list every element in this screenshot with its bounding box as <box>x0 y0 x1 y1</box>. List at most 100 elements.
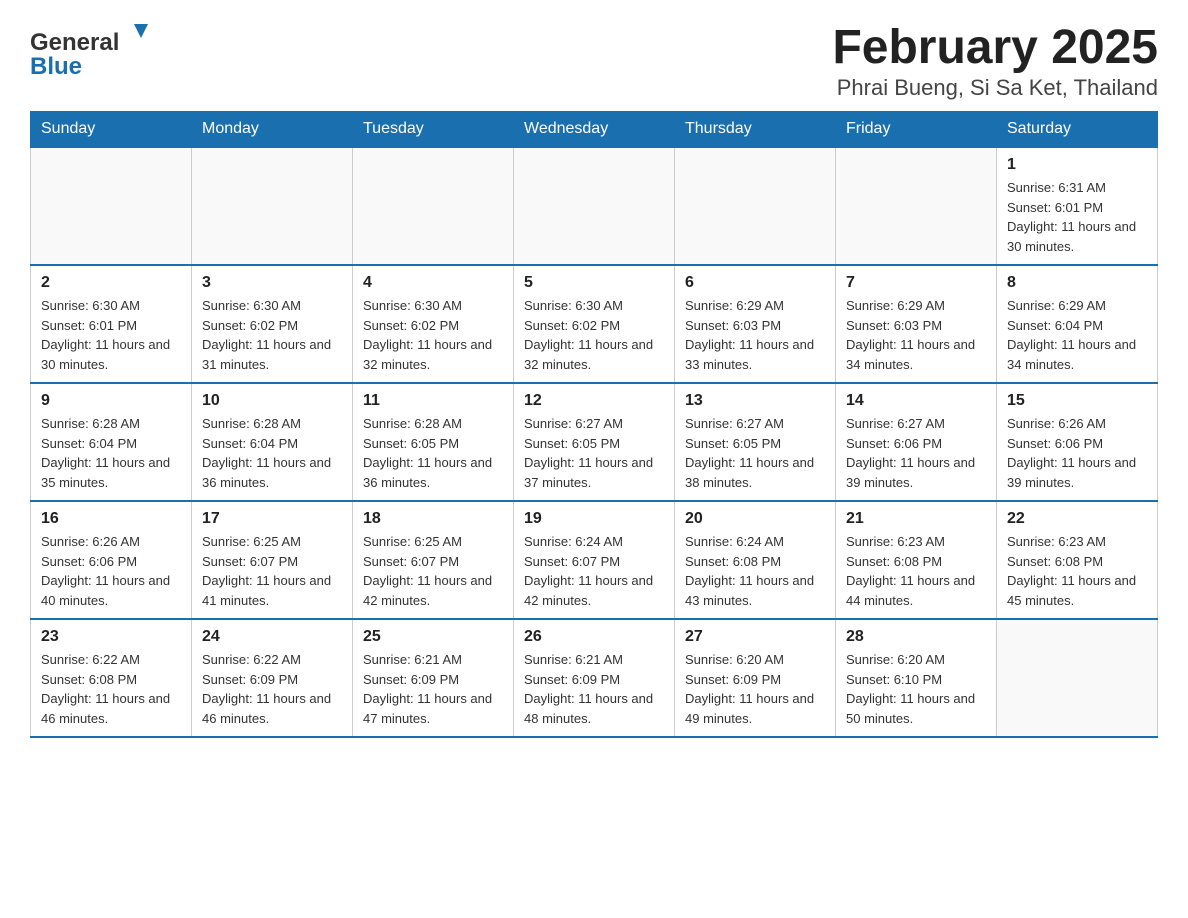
day-info: Sunrise: 6:30 AM Sunset: 6:02 PM Dayligh… <box>524 296 664 374</box>
calendar-cell-w4-d5: 21 Sunrise: 6:23 AM Sunset: 6:08 PM Dayli… <box>836 501 997 619</box>
calendar-cell-w3-d5: 14 Sunrise: 6:27 AM Sunset: 6:06 PM Dayli… <box>836 383 997 501</box>
day-number: 6 <box>685 274 825 292</box>
calendar-cell-w1-d4 <box>675 147 836 265</box>
day-number: 18 <box>363 510 503 528</box>
day-number: 8 <box>1007 274 1147 292</box>
day-info: Sunrise: 6:26 AM Sunset: 6:06 PM Dayligh… <box>1007 414 1147 492</box>
day-number: 21 <box>846 510 986 528</box>
calendar-cell-w4-d0: 16 Sunrise: 6:26 AM Sunset: 6:06 PM Dayli… <box>31 501 192 619</box>
logo: General Blue <box>30 20 150 80</box>
day-info: Sunrise: 6:25 AM Sunset: 6:07 PM Dayligh… <box>202 532 342 610</box>
day-info: Sunrise: 6:29 AM Sunset: 6:03 PM Dayligh… <box>685 296 825 374</box>
day-info: Sunrise: 6:22 AM Sunset: 6:08 PM Dayligh… <box>41 650 181 728</box>
day-number: 10 <box>202 392 342 410</box>
day-info: Sunrise: 6:27 AM Sunset: 6:06 PM Dayligh… <box>846 414 986 492</box>
day-number: 4 <box>363 274 503 292</box>
day-number: 2 <box>41 274 181 292</box>
calendar-cell-w1-d5 <box>836 147 997 265</box>
day-number: 13 <box>685 392 825 410</box>
calendar-cell-w4-d1: 17 Sunrise: 6:25 AM Sunset: 6:07 PM Dayli… <box>192 501 353 619</box>
day-number: 15 <box>1007 392 1147 410</box>
day-number: 17 <box>202 510 342 528</box>
day-number: 3 <box>202 274 342 292</box>
calendar-cell-w1-d0 <box>31 147 192 265</box>
calendar-cell-w3-d6: 15 Sunrise: 6:26 AM Sunset: 6:06 PM Dayli… <box>997 383 1158 501</box>
day-number: 9 <box>41 392 181 410</box>
col-tuesday: Tuesday <box>353 112 514 148</box>
day-info: Sunrise: 6:30 AM Sunset: 6:01 PM Dayligh… <box>41 296 181 374</box>
calendar-cell-w1-d3 <box>514 147 675 265</box>
logo-svg: General Blue <box>30 20 150 80</box>
calendar-week-5: 23 Sunrise: 6:22 AM Sunset: 6:08 PM Dayli… <box>31 619 1158 737</box>
day-info: Sunrise: 6:20 AM Sunset: 6:09 PM Dayligh… <box>685 650 825 728</box>
col-wednesday: Wednesday <box>514 112 675 148</box>
day-info: Sunrise: 6:24 AM Sunset: 6:07 PM Dayligh… <box>524 532 664 610</box>
day-info: Sunrise: 6:29 AM Sunset: 6:04 PM Dayligh… <box>1007 296 1147 374</box>
day-number: 14 <box>846 392 986 410</box>
day-number: 20 <box>685 510 825 528</box>
calendar-cell-w5-d3: 26 Sunrise: 6:21 AM Sunset: 6:09 PM Dayli… <box>514 619 675 737</box>
day-number: 11 <box>363 392 503 410</box>
day-number: 19 <box>524 510 664 528</box>
day-number: 16 <box>41 510 181 528</box>
calendar-cell-w1-d6: 1 Sunrise: 6:31 AM Sunset: 6:01 PM Daylig… <box>997 147 1158 265</box>
calendar-cell-w5-d2: 25 Sunrise: 6:21 AM Sunset: 6:09 PM Dayli… <box>353 619 514 737</box>
day-info: Sunrise: 6:26 AM Sunset: 6:06 PM Dayligh… <box>41 532 181 610</box>
day-info: Sunrise: 6:28 AM Sunset: 6:04 PM Dayligh… <box>41 414 181 492</box>
day-number: 1 <box>1007 156 1147 174</box>
day-number: 22 <box>1007 510 1147 528</box>
calendar-cell-w5-d5: 28Sunrise: 6:20 AM Sunset: 6:10 PM Dayli… <box>836 619 997 737</box>
day-info: Sunrise: 6:21 AM Sunset: 6:09 PM Dayligh… <box>524 650 664 728</box>
day-info: Sunrise: 6:22 AM Sunset: 6:09 PM Dayligh… <box>202 650 342 728</box>
svg-text:General: General <box>30 29 119 56</box>
calendar-cell-w2-d6: 8 Sunrise: 6:29 AM Sunset: 6:04 PM Daylig… <box>997 265 1158 383</box>
calendar-cell-w3-d3: 12 Sunrise: 6:27 AM Sunset: 6:05 PM Dayli… <box>514 383 675 501</box>
day-info: Sunrise: 6:30 AM Sunset: 6:02 PM Dayligh… <box>363 296 503 374</box>
calendar-week-4: 16 Sunrise: 6:26 AM Sunset: 6:06 PM Dayli… <box>31 501 1158 619</box>
svg-text:Blue: Blue <box>30 53 82 80</box>
day-number: 12 <box>524 392 664 410</box>
calendar-cell-w5-d4: 27 Sunrise: 6:20 AM Sunset: 6:09 PM Dayli… <box>675 619 836 737</box>
day-number: 26 <box>524 628 664 646</box>
day-info: Sunrise: 6:21 AM Sunset: 6:09 PM Dayligh… <box>363 650 503 728</box>
day-info: Sunrise: 6:28 AM Sunset: 6:04 PM Dayligh… <box>202 414 342 492</box>
calendar-cell-w4-d2: 18 Sunrise: 6:25 AM Sunset: 6:07 PM Dayli… <box>353 501 514 619</box>
day-number: 25 <box>363 628 503 646</box>
day-info: Sunrise: 6:27 AM Sunset: 6:05 PM Dayligh… <box>685 414 825 492</box>
day-number: 27 <box>685 628 825 646</box>
day-info: Sunrise: 6:31 AM Sunset: 6:01 PM Dayligh… <box>1007 178 1147 256</box>
calendar-cell-w3-d0: 9 Sunrise: 6:28 AM Sunset: 6:04 PM Daylig… <box>31 383 192 501</box>
day-info: Sunrise: 6:25 AM Sunset: 6:07 PM Dayligh… <box>363 532 503 610</box>
page-subtitle: Phrai Bueng, Si Sa Ket, Thailand <box>832 75 1158 101</box>
day-info: Sunrise: 6:28 AM Sunset: 6:05 PM Dayligh… <box>363 414 503 492</box>
title-block: February 2025 Phrai Bueng, Si Sa Ket, Th… <box>832 20 1158 101</box>
day-info: Sunrise: 6:30 AM Sunset: 6:02 PM Dayligh… <box>202 296 342 374</box>
col-saturday: Saturday <box>997 112 1158 148</box>
calendar-cell-w2-d0: 2 Sunrise: 6:30 AM Sunset: 6:01 PM Daylig… <box>31 265 192 383</box>
calendar-cell-w1-d2 <box>353 147 514 265</box>
calendar-cell-w5-d0: 23 Sunrise: 6:22 AM Sunset: 6:08 PM Dayli… <box>31 619 192 737</box>
day-info: Sunrise: 6:29 AM Sunset: 6:03 PM Dayligh… <box>846 296 986 374</box>
calendar-cell-w5-d6 <box>997 619 1158 737</box>
day-number: 23 <box>41 628 181 646</box>
calendar-cell-w3-d2: 11 Sunrise: 6:28 AM Sunset: 6:05 PM Dayli… <box>353 383 514 501</box>
day-info: Sunrise: 6:27 AM Sunset: 6:05 PM Dayligh… <box>524 414 664 492</box>
col-thursday: Thursday <box>675 112 836 148</box>
calendar-cell-w2-d1: 3 Sunrise: 6:30 AM Sunset: 6:02 PM Daylig… <box>192 265 353 383</box>
day-number: 28 <box>846 628 986 646</box>
calendar-cell-w2-d2: 4 Sunrise: 6:30 AM Sunset: 6:02 PM Daylig… <box>353 265 514 383</box>
calendar-cell-w1-d1 <box>192 147 353 265</box>
calendar-cell-w3-d1: 10 Sunrise: 6:28 AM Sunset: 6:04 PM Dayli… <box>192 383 353 501</box>
calendar-cell-w4-d3: 19 Sunrise: 6:24 AM Sunset: 6:07 PM Dayli… <box>514 501 675 619</box>
calendar-cell-w5-d1: 24 Sunrise: 6:22 AM Sunset: 6:09 PM Dayli… <box>192 619 353 737</box>
page-header: General Blue February 2025 Phrai Bueng, … <box>30 20 1158 101</box>
calendar-week-2: 2 Sunrise: 6:30 AM Sunset: 6:01 PM Daylig… <box>31 265 1158 383</box>
day-number: 5 <box>524 274 664 292</box>
calendar-week-3: 9 Sunrise: 6:28 AM Sunset: 6:04 PM Daylig… <box>31 383 1158 501</box>
day-number: 7 <box>846 274 986 292</box>
calendar-cell-w2-d5: 7 Sunrise: 6:29 AM Sunset: 6:03 PM Daylig… <box>836 265 997 383</box>
day-info: Sunrise: 6:23 AM Sunset: 6:08 PM Dayligh… <box>846 532 986 610</box>
calendar-cell-w2-d3: 5 Sunrise: 6:30 AM Sunset: 6:02 PM Daylig… <box>514 265 675 383</box>
calendar-week-1: 1 Sunrise: 6:31 AM Sunset: 6:01 PM Daylig… <box>31 147 1158 265</box>
day-number: 24 <box>202 628 342 646</box>
